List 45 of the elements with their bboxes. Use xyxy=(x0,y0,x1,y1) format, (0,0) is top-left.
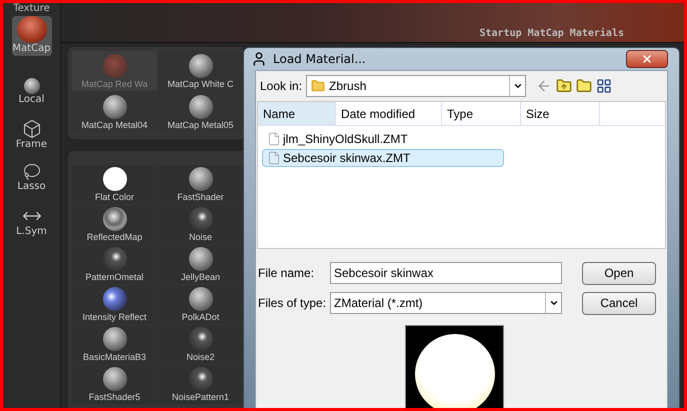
file-name: Sebcesoir skinwax.ZMT xyxy=(283,150,410,167)
material-tile[interactable]: Noise2 xyxy=(158,325,243,364)
file-row[interactable]: jlm_ShinyOldSkull.ZMT xyxy=(262,130,504,148)
file-type-dropdown[interactable]: ZMaterial (*.zmt) xyxy=(330,292,562,314)
cancel-button[interactable]: Cancel xyxy=(582,292,656,314)
lasso-icon xyxy=(22,163,40,181)
open-button[interactable]: Open xyxy=(582,262,656,284)
up-folder-icon[interactable] xyxy=(556,78,572,94)
cube-icon xyxy=(22,118,42,138)
new-folder-icon[interactable] xyxy=(576,78,592,94)
material-tile[interactable]: FastShader5 xyxy=(72,365,157,404)
panel-title: Startup MatCap Materials xyxy=(480,26,624,41)
file-icon xyxy=(267,132,281,146)
material-tile[interactable]: PatternOmetal xyxy=(72,245,157,284)
file-name: jlm_ShinyOldSkull.ZMT xyxy=(283,131,408,148)
dialog-title: Load Material... xyxy=(273,51,366,68)
look-in-dropdown[interactable]: Zbrush xyxy=(306,75,526,97)
material-tile[interactable]: ReflectedMap xyxy=(72,205,157,244)
material-tile[interactable]: NoisePattern1 xyxy=(158,365,243,404)
field-label: Look in: xyxy=(260,78,302,95)
close-icon xyxy=(641,53,653,65)
column-header[interactable]: Name xyxy=(258,102,336,125)
material-tile[interactable]: FastShader xyxy=(158,165,243,204)
tool-button[interactable]: Frame xyxy=(8,118,54,151)
file-name-field[interactable]: Sebcesoir skinwax xyxy=(330,262,562,284)
file-row[interactable]: Sebcesoir skinwax.ZMT xyxy=(262,149,504,167)
close-button[interactable] xyxy=(626,50,668,68)
file-icon xyxy=(267,151,281,165)
tool-button[interactable]: MatCap xyxy=(12,16,52,56)
material-tile[interactable]: BasicMateriaB3 xyxy=(72,325,157,364)
field-label: Files of type: xyxy=(257,295,328,312)
folder-icon xyxy=(311,79,326,93)
tool-button[interactable]: L.Sym xyxy=(8,206,54,238)
file-type-value: ZMaterial (*.zmt) xyxy=(334,295,423,312)
tool-button[interactable]: Lasso xyxy=(8,163,54,194)
material-tile[interactable]: Noise xyxy=(158,205,243,244)
material-tile[interactable]: Intensity Reflect xyxy=(72,285,157,324)
tool-button[interactable]: Local xyxy=(8,78,54,106)
material-tile[interactable]: Flat Color xyxy=(72,165,157,204)
material-tile[interactable]: JellyBean xyxy=(158,245,243,284)
field-label: File name: xyxy=(257,265,316,282)
view-menu-icon[interactable] xyxy=(596,78,612,94)
toolbar-label: Texture xyxy=(13,4,50,14)
material-tile[interactable]: PolkADot xyxy=(158,285,243,324)
look-in-value: Zbrush xyxy=(329,78,366,95)
